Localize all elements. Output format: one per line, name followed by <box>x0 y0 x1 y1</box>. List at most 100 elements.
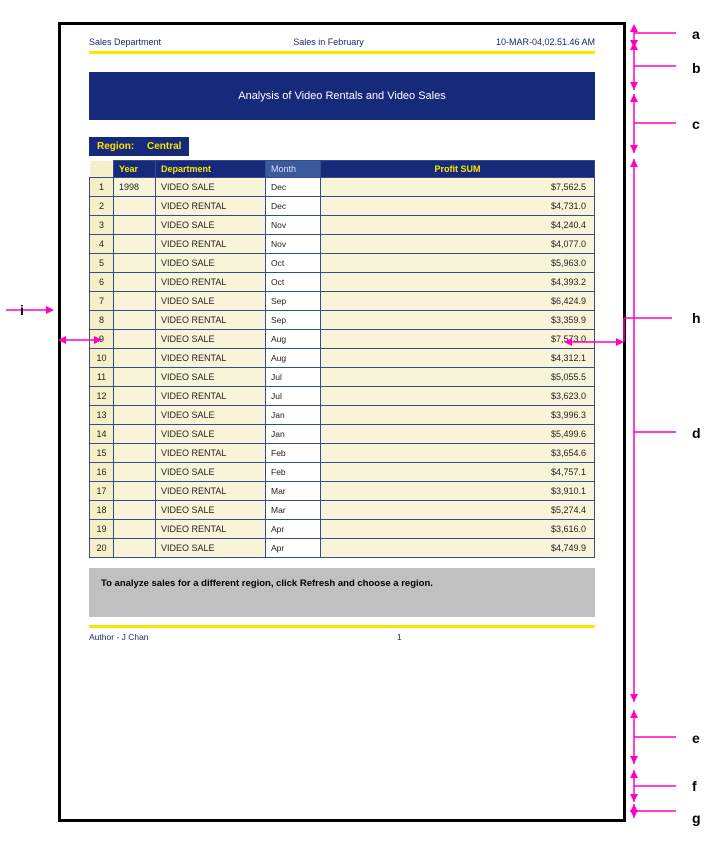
note-box: To analyze sales for a different region,… <box>89 568 595 617</box>
cell-month: Jul <box>266 368 321 387</box>
region-value: Central <box>147 141 181 152</box>
table-row: 20 VIDEO SALEApr$4,749.9 <box>90 539 595 558</box>
table-row: 14VIDEO SALEJan$5,499.6 <box>90 425 595 444</box>
cell-month: Jul <box>266 387 321 406</box>
cell-year <box>114 292 156 311</box>
cell-year <box>114 425 156 444</box>
cell-month: Apr <box>266 539 321 558</box>
table-row: 7 VIDEO SALESep$6,424.9 <box>90 292 595 311</box>
col-department: Department <box>156 161 266 178</box>
cell-year <box>114 368 156 387</box>
table-row: 19VIDEO RENTALApr$3,616.0 <box>90 520 595 539</box>
page-header: Sales Department Sales in February 10-MA… <box>89 37 595 49</box>
cell-index: 4 <box>90 235 114 254</box>
cell-year <box>114 330 156 349</box>
cell-month: Nov <box>266 235 321 254</box>
cell-profit: $3,996.3 <box>321 406 595 425</box>
region-label: Region: <box>97 141 134 152</box>
cell-index: 10 <box>90 349 114 368</box>
cell-month: Mar <box>266 482 321 501</box>
cell-month: Apr <box>266 520 321 539</box>
annotation-b: b <box>692 60 701 76</box>
cell-profit: $5,274.4 <box>321 501 595 520</box>
cell-profit: $7,562.5 <box>321 178 595 197</box>
cell-department: VIDEO SALE <box>156 216 266 235</box>
cell-profit: $4,731.0 <box>321 197 595 216</box>
cell-department: VIDEO SALE <box>156 368 266 387</box>
table-row: 17VIDEO RENTALMar$3,910.1 <box>90 482 595 501</box>
cell-month: Dec <box>266 178 321 197</box>
cell-year <box>114 482 156 501</box>
cell-profit: $6,424.9 <box>321 292 595 311</box>
cell-index: 1 <box>90 178 114 197</box>
table-row: 9 VIDEO SALEAug$7,573.0 <box>90 330 595 349</box>
cell-profit: $4,240.4 <box>321 216 595 235</box>
col-month: Month <box>266 161 321 178</box>
table-row: 4VIDEO RENTALNov$4,077.0 <box>90 235 595 254</box>
cell-year <box>114 254 156 273</box>
cell-profit: $5,055.5 <box>321 368 595 387</box>
cell-department: VIDEO SALE <box>156 292 266 311</box>
cell-profit: $4,749.9 <box>321 539 595 558</box>
cell-month: Dec <box>266 197 321 216</box>
cell-index: 3 <box>90 216 114 235</box>
cell-profit: $5,499.6 <box>321 425 595 444</box>
cell-department: VIDEO RENTAL <box>156 520 266 539</box>
cell-department: VIDEO RENTAL <box>156 311 266 330</box>
cell-month: Feb <box>266 444 321 463</box>
annotation-g: g <box>692 810 701 826</box>
cell-index: 6 <box>90 273 114 292</box>
page-footer: Author - J Chan 1 <box>89 632 595 642</box>
cell-year <box>114 273 156 292</box>
cell-month: Oct <box>266 273 321 292</box>
cell-month: Oct <box>266 254 321 273</box>
cell-department: VIDEO RENTAL <box>156 273 266 292</box>
header-rule <box>89 51 595 54</box>
header-left: Sales Department <box>89 37 161 47</box>
annotation-h: h <box>692 310 701 326</box>
cell-index: 19 <box>90 520 114 539</box>
cell-year <box>114 311 156 330</box>
table-row: 6VIDEO RENTALOct$4,393.2 <box>90 273 595 292</box>
cell-department: VIDEO RENTAL <box>156 349 266 368</box>
header-center: Sales in February <box>293 37 364 47</box>
cell-department: VIDEO SALE <box>156 254 266 273</box>
table-row: 10 VIDEO RENTALAug$4,312.1 <box>90 349 595 368</box>
footer-rule <box>89 625 595 628</box>
cell-profit: $4,312.1 <box>321 349 595 368</box>
table-header-row: Year Department Month Profit SUM <box>90 161 595 178</box>
cell-year <box>114 463 156 482</box>
cell-department: VIDEO RENTAL <box>156 482 266 501</box>
cell-department: VIDEO SALE <box>156 330 266 349</box>
cell-index: 12 <box>90 387 114 406</box>
cell-month: Sep <box>266 311 321 330</box>
cell-profit: $7,573.0 <box>321 330 595 349</box>
cell-month: Feb <box>266 463 321 482</box>
annotation-brackets <box>626 22 686 822</box>
cell-index: 14 <box>90 425 114 444</box>
report-title: Analysis of Video Rentals and Video Sale… <box>89 72 595 120</box>
cell-year <box>114 501 156 520</box>
cell-year: 1998 <box>114 178 156 197</box>
cell-month: Aug <box>266 349 321 368</box>
cell-profit: $3,654.6 <box>321 444 595 463</box>
cell-department: VIDEO SALE <box>156 178 266 197</box>
cell-index: 13 <box>90 406 114 425</box>
cell-index: 11 <box>90 368 114 387</box>
table-row: 8VIDEO RENTALSep$3,359.9 <box>90 311 595 330</box>
cell-department: VIDEO SALE <box>156 539 266 558</box>
cell-year <box>114 387 156 406</box>
cell-profit: $3,623.0 <box>321 387 595 406</box>
col-profit: Profit SUM <box>321 161 595 178</box>
cell-index: 20 <box>90 539 114 558</box>
cell-index: 9 <box>90 330 114 349</box>
cell-month: Jan <box>266 406 321 425</box>
cell-profit: $5,963.0 <box>321 254 595 273</box>
cell-year <box>114 406 156 425</box>
cell-month: Aug <box>266 330 321 349</box>
cell-year <box>114 520 156 539</box>
cell-department: VIDEO SALE <box>156 425 266 444</box>
cell-index: 7 <box>90 292 114 311</box>
cell-month: Sep <box>266 292 321 311</box>
table-row: 16VIDEO SALEFeb$4,757.1 <box>90 463 595 482</box>
